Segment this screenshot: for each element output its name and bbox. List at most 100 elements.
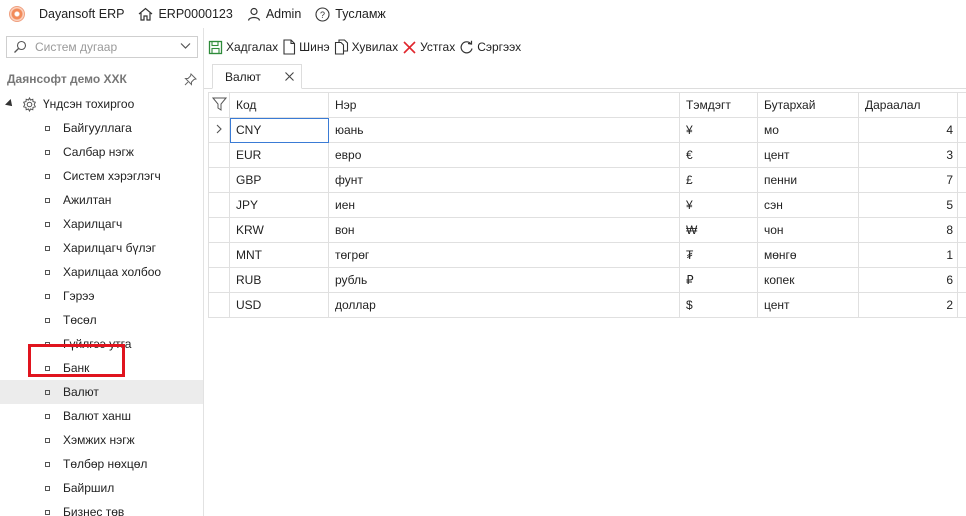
cell-order[interactable]: 4	[858, 117, 958, 143]
tree-root-settings[interactable]: Үндсэн тохиргоо	[5, 96, 135, 112]
sidebar-item[interactable]: Гэрээ	[0, 284, 203, 308]
cell-fraction[interactable]: сэн	[757, 192, 859, 218]
table-row[interactable]: RUB рубль ₽ копек 6	[208, 267, 966, 293]
pin-icon[interactable]	[184, 72, 197, 86]
cell-order[interactable]: 5	[858, 192, 958, 218]
sidebar-item[interactable]: Байршил	[0, 476, 203, 500]
cell-symbol[interactable]: ₩	[679, 217, 758, 243]
sidebar-item[interactable]: Хэмжих нэгж	[0, 428, 203, 452]
cell-fraction[interactable]: чон	[757, 217, 859, 243]
tab-currency[interactable]: Валют	[212, 64, 302, 89]
table-row[interactable]: GBP фунт £ пенни 7	[208, 167, 966, 193]
refresh-button[interactable]: Сэргээх	[459, 40, 521, 55]
row-indicator[interactable]	[208, 242, 230, 268]
table-row[interactable]: MNT төгрөг ₮ мөнгө 1	[208, 242, 966, 268]
cell-name[interactable]: доллар	[328, 292, 680, 318]
cell-code[interactable]: JPY	[229, 192, 329, 218]
cell-order[interactable]: 8	[858, 217, 958, 243]
sidebar-item[interactable]: Харилцагч	[0, 212, 203, 236]
cell-order[interactable]: 7	[858, 167, 958, 193]
cell-name[interactable]: иен	[328, 192, 680, 218]
sidebar-item[interactable]: Валют ханш	[0, 404, 203, 428]
cell-fraction[interactable]: цент	[757, 142, 859, 168]
cell-name[interactable]: рубль	[328, 267, 680, 293]
search-input[interactable]	[35, 40, 175, 54]
sidebar-item[interactable]: Төсөл	[0, 308, 203, 332]
tree-root-label: Үндсэн тохиргоо	[43, 97, 135, 111]
home-button[interactable]: ERP0000123	[138, 7, 233, 21]
cell-name[interactable]: фунт	[328, 167, 680, 193]
user-button[interactable]: Admin	[247, 7, 301, 21]
filter-button[interactable]	[208, 92, 230, 118]
cell-code[interactable]: CNY	[229, 117, 329, 143]
cell-fraction[interactable]: мөнгө	[757, 242, 859, 268]
cell-symbol[interactable]: ₮	[679, 242, 758, 268]
sidebar-item[interactable]: Валют	[0, 380, 203, 404]
save-button[interactable]: Хадгалах	[208, 40, 278, 55]
cell-symbol[interactable]: $	[679, 292, 758, 318]
row-indicator[interactable]	[208, 167, 230, 193]
cell-code[interactable]: MNT	[229, 242, 329, 268]
column-header-fraction[interactable]: Бутархай	[757, 92, 859, 118]
sidebar-item[interactable]: Харилцаа холбоо	[0, 260, 203, 284]
table-row[interactable]: JPY иен ¥ сэн 5	[208, 192, 966, 218]
expand-arrow-icon[interactable]	[5, 99, 15, 109]
row-indicator[interactable]	[208, 217, 230, 243]
cell-name[interactable]: юань	[328, 117, 680, 143]
cell-order[interactable]: 2	[858, 292, 958, 318]
column-header-name[interactable]: Нэр	[328, 92, 680, 118]
table-row[interactable]: EUR евро € цент 3	[208, 142, 966, 168]
cell-fraction[interactable]: цент	[757, 292, 859, 318]
row-indicator[interactable]	[208, 142, 230, 168]
sidebar-item[interactable]: Систем хэрэглэгч	[0, 164, 203, 188]
column-header-order[interactable]: Дараалал	[858, 92, 958, 118]
cell-symbol[interactable]: ₽	[679, 267, 758, 293]
cell-symbol[interactable]: €	[679, 142, 758, 168]
chevron-down-icon[interactable]	[180, 42, 191, 50]
sidebar-item[interactable]: Ажилтан	[0, 188, 203, 212]
cell-fraction[interactable]: мо	[757, 117, 859, 143]
tree-bullet-icon	[45, 485, 50, 491]
cell-code[interactable]: EUR	[229, 142, 329, 168]
cell-name[interactable]: евро	[328, 142, 680, 168]
sidebar-item[interactable]: Салбар нэгж	[0, 140, 203, 164]
cell-order[interactable]: 6	[858, 267, 958, 293]
sidebar-item[interactable]: Харилцагч бүлэг	[0, 236, 203, 260]
column-header-symbol[interactable]: Тэмдэгт	[679, 92, 758, 118]
gear-icon	[22, 96, 37, 112]
cell-order[interactable]: 1	[858, 242, 958, 268]
cell-fraction[interactable]: пенни	[757, 167, 859, 193]
close-icon[interactable]	[284, 71, 295, 82]
cell-code[interactable]: RUB	[229, 267, 329, 293]
tab-strip: Валют	[204, 62, 966, 89]
row-indicator[interactable]	[208, 117, 230, 143]
cell-name[interactable]: вон	[328, 217, 680, 243]
row-indicator[interactable]	[208, 292, 230, 318]
cell-fraction[interactable]: копек	[757, 267, 859, 293]
search-box[interactable]	[6, 36, 198, 58]
column-header-code[interactable]: Код	[229, 92, 329, 118]
sidebar-item[interactable]: Банк	[0, 356, 203, 380]
cell-code[interactable]: KRW	[229, 217, 329, 243]
new-button[interactable]: Шинэ	[282, 39, 330, 55]
sidebar-item[interactable]: Байгууллага	[0, 116, 203, 140]
app-title[interactable]: Dayansoft ERP	[39, 7, 124, 21]
sidebar-item[interactable]: Төлбөр нөхцөл	[0, 452, 203, 476]
cell-symbol[interactable]: ¥	[679, 117, 758, 143]
cell-code[interactable]: GBP	[229, 167, 329, 193]
cell-symbol[interactable]: ¥	[679, 192, 758, 218]
copy-button[interactable]: Хувилах	[334, 39, 398, 55]
table-row[interactable]: KRW вон ₩ чон 8	[208, 217, 966, 243]
cell-order[interactable]: 3	[858, 142, 958, 168]
sidebar-item[interactable]: Бизнес төв	[0, 500, 203, 516]
row-indicator[interactable]	[208, 192, 230, 218]
cell-code[interactable]: USD	[229, 292, 329, 318]
row-indicator[interactable]	[208, 267, 230, 293]
delete-button[interactable]: Устгах	[402, 40, 455, 55]
table-row[interactable]: CNY юань ¥ мо 4	[208, 117, 966, 143]
cell-symbol[interactable]: £	[679, 167, 758, 193]
sidebar-item[interactable]: Гүйлгээ утга	[0, 332, 203, 356]
cell-name[interactable]: төгрөг	[328, 242, 680, 268]
table-row[interactable]: USD доллар $ цент 2	[208, 292, 966, 318]
help-button[interactable]: ? Тусламж	[315, 6, 386, 22]
